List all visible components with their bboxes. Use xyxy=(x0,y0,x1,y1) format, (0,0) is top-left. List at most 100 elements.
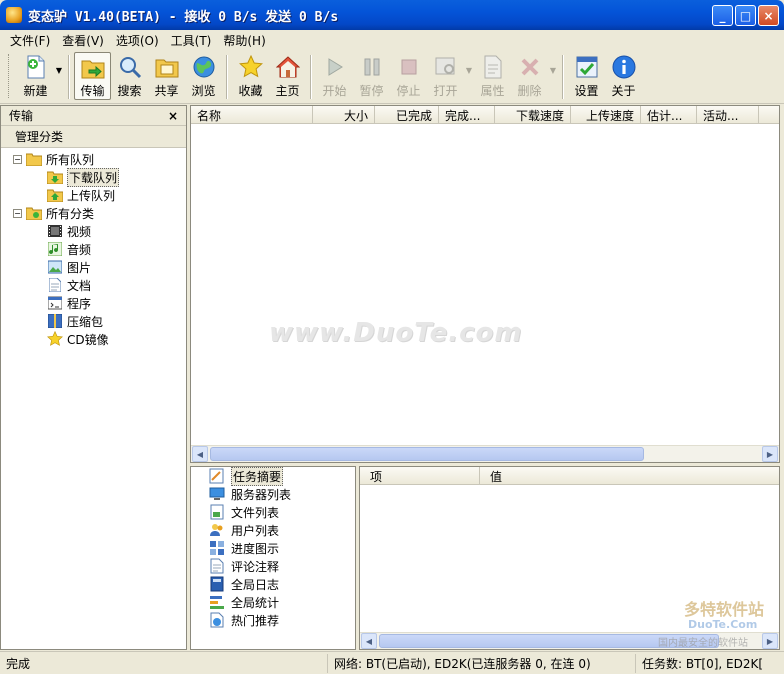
tree-node-all-categories[interactable]: − 所有分类 xyxy=(1,204,186,222)
delete-dropdown-arrow[interactable]: ▼ xyxy=(548,50,558,75)
toolbar-separator xyxy=(226,55,228,99)
tree-node-audio[interactable]: 音频 xyxy=(1,240,186,258)
scroll-right-arrow-icon[interactable]: ▶ xyxy=(762,446,778,462)
new-button[interactable]: 新建 xyxy=(17,52,54,100)
pane-close-icon[interactable]: × xyxy=(168,109,178,123)
web-page-icon xyxy=(209,612,225,628)
column-header-activity[interactable]: 活动... xyxy=(697,106,759,124)
about-button[interactable]: 关于 xyxy=(605,52,642,100)
info-item-comments[interactable]: 评论注释 xyxy=(191,557,355,575)
task-count-status: 任务数: BT[0], ED2K[ xyxy=(642,656,764,671)
tree-node-upload-queue[interactable]: 上传队列 xyxy=(1,186,186,204)
tree-label: 图片 xyxy=(67,260,92,275)
site-watermark-logo: 多特软件站 DuoTe.Com 国内最安全的软件站 xyxy=(652,592,780,650)
network-status: 网络: BT(已启动), ED2K(已连服务器 0, 在连 0) xyxy=(328,653,636,673)
play-icon xyxy=(323,55,347,79)
tree-node-cd-image[interactable]: CD镜像 xyxy=(1,330,186,348)
app-icon[interactable] xyxy=(6,7,22,23)
stop-button[interactable]: 停止 xyxy=(390,52,427,100)
start-label: 开始 xyxy=(322,84,347,98)
share-button[interactable]: 共享 xyxy=(148,52,185,100)
favorites-button[interactable]: 收藏 xyxy=(232,52,269,100)
tree-node-all-queues[interactable]: − 所有队列 xyxy=(1,150,186,168)
settings-label: 设置 xyxy=(574,84,599,98)
column-header-progress[interactable]: 完成... xyxy=(439,106,495,124)
tree-node-video[interactable]: 视频 xyxy=(1,222,186,240)
category-pane: 传输 × 管理分类 − 所有队列 下载队列 上传队列 − 所有分类 视频 音频 xyxy=(0,105,187,650)
info-item-progress-chart[interactable]: 进度图示 xyxy=(191,539,355,557)
tree-node-download-queue[interactable]: 下载队列 xyxy=(1,167,186,187)
maximize-button[interactable]: □ xyxy=(735,5,756,26)
transfer-list[interactable]: 名称 大小 已完成 完成... 下载速度 上传速度 估计... 活动... ww… xyxy=(190,105,780,463)
new-label: 新建 xyxy=(23,84,48,98)
info-item-user-list[interactable]: 用户列表 xyxy=(191,521,355,539)
transfer-button[interactable]: 传输 xyxy=(74,52,111,100)
properties-button[interactable]: 属性 xyxy=(474,52,511,100)
info-item-hot-picks[interactable]: 热门推荐 xyxy=(191,611,355,629)
column-header-eta[interactable]: 估计... xyxy=(641,106,697,124)
stop-label: 停止 xyxy=(396,84,421,98)
toolbar-grip[interactable] xyxy=(8,54,11,98)
open-dropdown-arrow[interactable]: ▼ xyxy=(464,50,474,75)
tree-node-documents[interactable]: 文档 xyxy=(1,276,186,294)
scroll-thumb[interactable] xyxy=(210,447,644,461)
info-item-server-list[interactable]: 服务器列表 xyxy=(191,485,355,503)
scroll-left-arrow-icon[interactable]: ◀ xyxy=(192,446,208,462)
scroll-left-arrow-icon[interactable]: ◀ xyxy=(361,633,377,649)
collapse-icon[interactable]: − xyxy=(13,154,22,164)
home-button[interactable]: 主页 xyxy=(269,52,306,100)
pause-button[interactable]: 暂停 xyxy=(353,52,390,100)
info-item-task-summary[interactable]: 任务摘要 xyxy=(191,466,355,486)
column-header-size[interactable]: 大小 xyxy=(313,106,375,124)
tree-node-programs[interactable]: 程序 xyxy=(1,294,186,312)
new-document-icon xyxy=(24,55,48,79)
column-header-upload-speed[interactable]: 上传速度 xyxy=(571,106,641,124)
tree-label: 视频 xyxy=(67,224,92,239)
manage-categories-header[interactable]: 管理分类 xyxy=(1,126,186,148)
title-bar: 变态驴 V1.40(BETA) - 接收 0 B/s 发送 0 B/s _ □ … xyxy=(0,0,784,30)
tree-node-images[interactable]: 图片 xyxy=(1,258,186,276)
transfer-label: 传输 xyxy=(80,84,105,98)
column-header-name[interactable]: 名称 xyxy=(191,106,313,124)
menu-tools[interactable]: 工具(T) xyxy=(165,32,218,49)
minimize-button[interactable]: _ xyxy=(712,5,733,26)
close-button[interactable]: × xyxy=(758,5,779,26)
menu-file[interactable]: 文件(F) xyxy=(4,32,56,49)
open-button[interactable]: 打开 xyxy=(427,52,464,100)
watermark-slogan: 国内最安全的软件站 xyxy=(658,638,748,649)
category-tree: − 所有队列 下载队列 上传队列 − 所有分类 视频 音频 图片 文档 程序 压… xyxy=(1,148,186,348)
transfer-folder-icon xyxy=(81,56,105,79)
start-button[interactable]: 开始 xyxy=(316,52,353,100)
users-icon xyxy=(209,522,225,538)
settings-button[interactable]: 设置 xyxy=(568,52,605,100)
transfer-list-scrollbar[interactable]: ◀ ▶ xyxy=(191,445,779,462)
stop-icon xyxy=(397,55,421,79)
tree-label: 文档 xyxy=(67,278,92,293)
status-bar: 完成 网络: BT(已启动), ED2K(已连服务器 0, 在连 0) 任务数:… xyxy=(0,651,784,674)
menu-help[interactable]: 帮助(H) xyxy=(217,32,271,49)
info-item-label: 评论注释 xyxy=(231,559,280,574)
column-header-item[interactable]: 项 xyxy=(360,467,480,485)
tree-node-archives[interactable]: 压缩包 xyxy=(1,312,186,330)
document-icon xyxy=(47,277,63,293)
menu-view[interactable]: 查看(V) xyxy=(56,32,110,49)
delete-button[interactable]: 删除 xyxy=(511,52,548,100)
window-title: 变态驴 V1.40(BETA) - 接收 0 B/s 发送 0 B/s xyxy=(28,9,339,25)
column-header-value[interactable]: 值 xyxy=(480,467,779,485)
info-item-global-stats[interactable]: 全局统计 xyxy=(191,593,355,611)
info-item-label: 任务摘要 xyxy=(231,466,284,486)
column-header-download-speed[interactable]: 下载速度 xyxy=(495,106,571,124)
search-button[interactable]: 搜索 xyxy=(111,52,148,100)
open-label: 打开 xyxy=(433,84,458,98)
categories-folder-icon xyxy=(26,205,42,221)
info-item-file-list[interactable]: 文件列表 xyxy=(191,503,355,521)
share-folder-icon xyxy=(155,55,179,79)
info-item-global-log[interactable]: 全局日志 xyxy=(191,575,355,593)
menu-options[interactable]: 选项(O) xyxy=(110,32,165,49)
status-text: 完成 xyxy=(0,653,328,673)
new-dropdown-arrow[interactable]: ▼ xyxy=(54,50,64,75)
browse-button[interactable]: 浏览 xyxy=(185,52,222,100)
collapse-icon[interactable]: − xyxy=(13,208,22,218)
column-header-completed[interactable]: 已完成 xyxy=(375,106,439,124)
settings-checkbox-icon xyxy=(575,55,599,79)
